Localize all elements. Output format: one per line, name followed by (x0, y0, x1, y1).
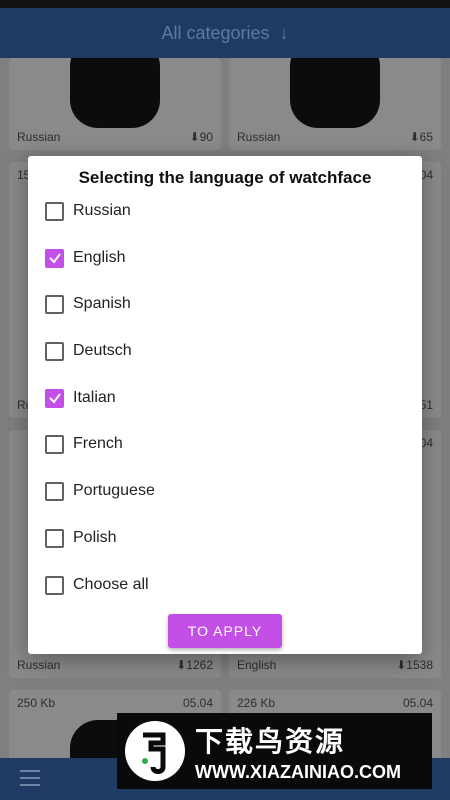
card-size: 250 Kb (17, 696, 56, 710)
language-option[interactable]: Italian (45, 383, 116, 413)
card-downloads: ⬇65 (409, 130, 433, 144)
language-option[interactable]: French (45, 429, 123, 459)
card-date: 05.04 (182, 696, 213, 710)
card-date: 05.04 (402, 696, 433, 710)
category-filter-title[interactable]: All categories (161, 23, 269, 44)
checkbox[interactable] (45, 481, 64, 501)
option-label: English (73, 249, 126, 266)
option-label: Portuguese (73, 482, 155, 499)
checkbox[interactable] (45, 201, 64, 221)
checkbox[interactable] (45, 388, 64, 408)
choose-all-option[interactable]: Choose all (45, 570, 149, 600)
watchface-card[interactable]: 4000 Russian ⬇90 (9, 58, 221, 150)
app-bar: All categories ↓ (0, 8, 450, 58)
language-dialog: Selecting the language of watchface Russ… (28, 156, 422, 654)
card-downloads: ⬇1262 (176, 658, 213, 672)
card-downloads: ⬇90 (189, 130, 213, 144)
option-label: Italian (73, 389, 116, 406)
card-language: Russian (237, 130, 281, 144)
dialog-title: Selecting the language of watchface (78, 168, 372, 187)
option-label: Spanish (73, 295, 131, 312)
checkbox[interactable] (45, 341, 64, 361)
checkbox[interactable] (45, 248, 64, 268)
language-option[interactable]: Deutsch (45, 336, 132, 366)
language-option[interactable]: Portuguese (45, 476, 155, 506)
checkbox[interactable] (45, 434, 64, 454)
checkbox[interactable] (45, 575, 64, 595)
watch-image (290, 58, 380, 128)
language-option[interactable]: English (45, 243, 125, 273)
checkbox[interactable] (45, 294, 64, 314)
watchface-card[interactable]: Russian ⬇65 (229, 58, 441, 150)
apply-button[interactable]: TO APPLY (168, 614, 282, 648)
language-option[interactable]: Spanish (45, 289, 131, 319)
card-language: Russian (17, 130, 61, 144)
hamburger-menu-icon[interactable] (20, 770, 40, 786)
language-option[interactable]: Polish (45, 523, 117, 553)
card-downloads: ⬇1538 (396, 658, 433, 672)
arrow-down-icon[interactable]: ↓ (280, 23, 289, 44)
option-label: French (73, 435, 123, 452)
watermark-banner: 下载鸟资源 WWW.XIAZAINIAO.COM (117, 713, 432, 789)
status-bar (0, 0, 450, 8)
checkbox[interactable] (45, 528, 64, 548)
card-language: English (237, 658, 277, 672)
card-language: Russian (17, 658, 61, 672)
card-size: 226 Kb (237, 696, 276, 710)
watermark-url: WWW.XIAZAINIAO.COM (195, 761, 401, 782)
option-label: Russian (73, 202, 131, 219)
option-label: Choose all (73, 576, 149, 593)
option-label: Deutsch (73, 342, 132, 359)
bird-logo-icon (125, 721, 185, 781)
watermark-title: 下载鸟资源 (195, 725, 346, 757)
language-option[interactable]: Russian (45, 196, 131, 226)
option-label: Polish (73, 529, 117, 546)
watch-image: 4000 (70, 58, 160, 128)
